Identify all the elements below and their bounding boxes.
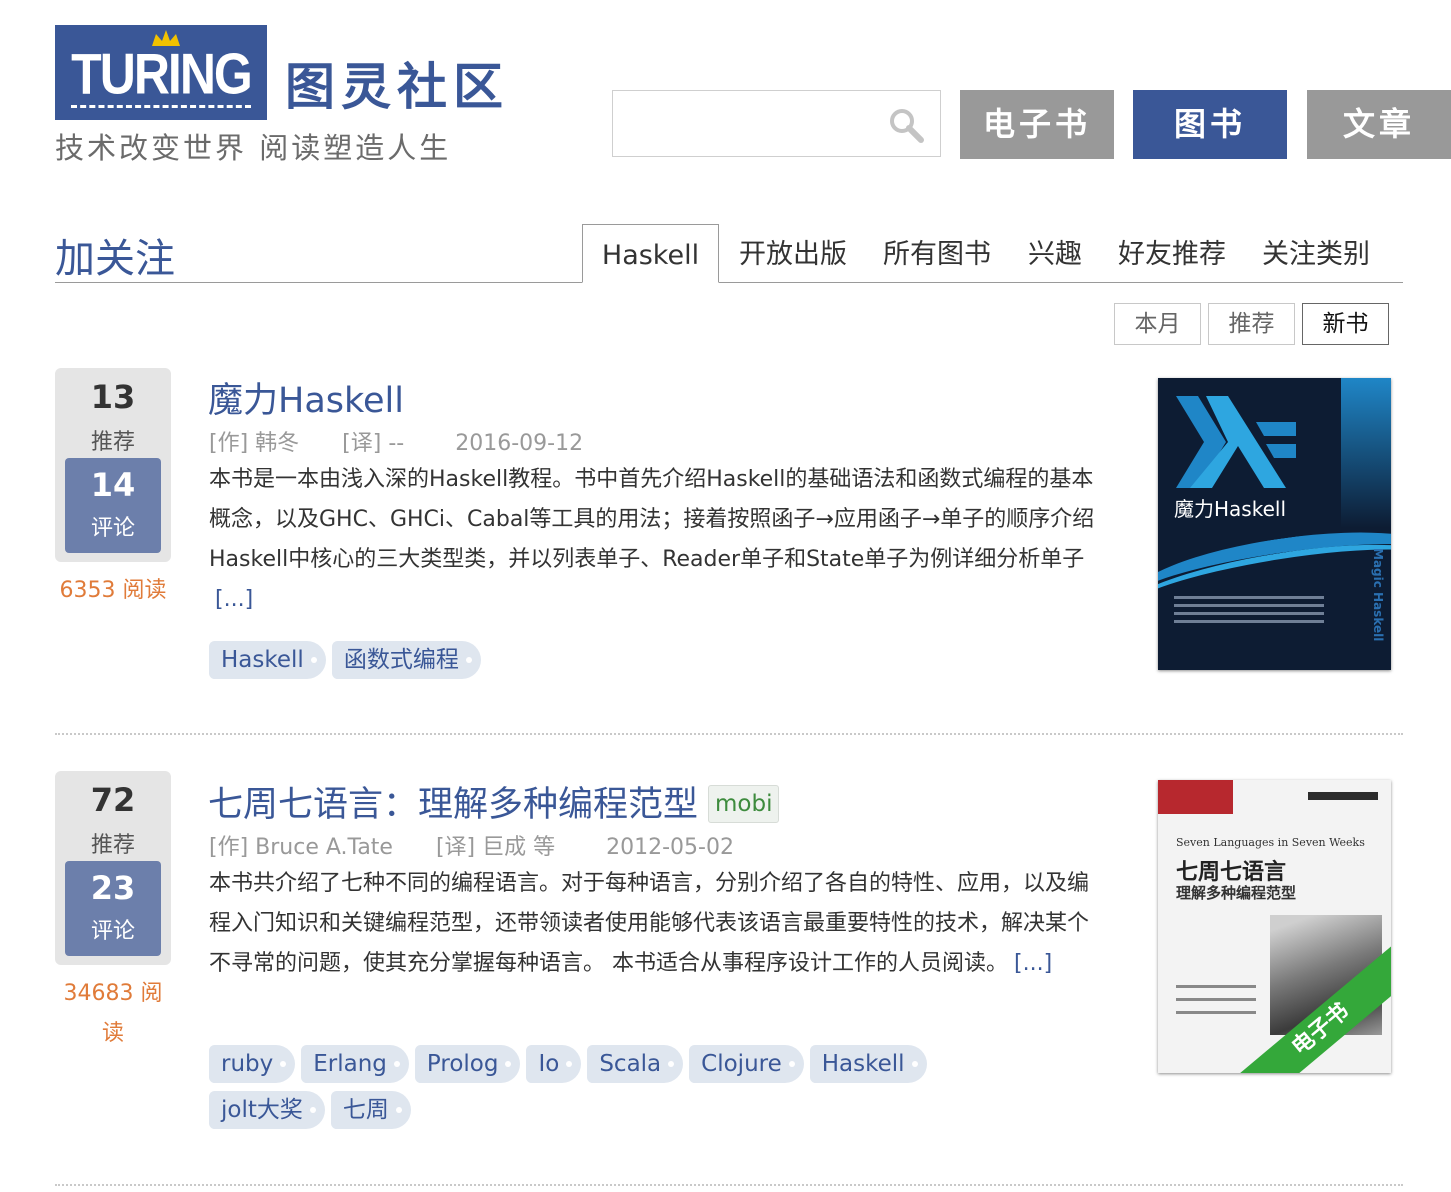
book-date: 2012-05-02	[606, 835, 734, 860]
cover-series-bar	[1308, 792, 1378, 800]
book-description: 本书共介绍了七种不同的编程语言。对于每种语言，分别介绍了各自的特性、应用，以及编…	[209, 864, 1099, 984]
book-meta: [作] 韩冬 [译] -- 2016-09-12	[209, 425, 619, 457]
recommend-count: 72	[90, 781, 136, 819]
book-date: 2016-09-12	[455, 431, 584, 456]
article-button[interactable]: 文章	[1307, 90, 1451, 159]
logo-badge: TURING	[55, 25, 267, 120]
book-description-text: 本书共介绍了七种不同的编程语言。对于每种语言，分别介绍了各自的特性、应用，以及编…	[209, 871, 1090, 976]
cover-subtitle: 理解多种编程范型	[1176, 884, 1297, 902]
book-author[interactable]: [作] 韩冬	[209, 431, 299, 456]
site-logo[interactable]: TURING 图灵社区 技术改变世界 阅读塑造人生	[55, 25, 525, 165]
tag[interactable]: Haskell	[209, 641, 326, 679]
recommend-label[interactable]: 推荐	[55, 827, 171, 859]
subtab-recommended[interactable]: 推荐	[1208, 303, 1295, 345]
book-translator[interactable]: [译] 巨成 等	[436, 835, 555, 860]
cover-english-title: Seven Languages in Seven Weeks	[1176, 836, 1365, 849]
book-title[interactable]: 七周七语言：理解多种编程范型 mobi	[208, 776, 780, 827]
read-more-link[interactable]: [...]	[215, 587, 253, 612]
follow-link[interactable]: 加关注	[55, 226, 175, 284]
comment-count: 14	[90, 466, 136, 504]
tag[interactable]: Clojure	[689, 1045, 804, 1083]
book-description-text: 本书是一本由浅入深的Haskell教程。书中首先介绍Haskell的基础语法和函…	[209, 467, 1095, 572]
comment-button[interactable]: 23 评论	[65, 861, 161, 956]
read-count: 34683 阅读	[63, 981, 163, 1046]
haskell-logo-icon	[1176, 396, 1296, 488]
book-tags: Haskell 函数式编程	[209, 641, 1109, 687]
comment-label: 评论	[90, 516, 135, 541]
book-button[interactable]: 图书	[1133, 90, 1287, 159]
logo-slogan: 技术改变世界 阅读塑造人生	[55, 131, 452, 165]
tab-followed-categories[interactable]: 关注类别	[1262, 224, 1370, 283]
book-stats: 13 推荐 14 评论	[55, 368, 171, 562]
search-input[interactable]	[621, 101, 881, 146]
book-stats: 72 推荐 23 评论	[55, 771, 171, 965]
cover-title: 魔力Haskell	[1174, 497, 1287, 521]
subtab-this-month[interactable]: 本月	[1114, 303, 1201, 345]
logo-word: TURING	[71, 41, 253, 107]
ebook-button[interactable]: 电子书	[960, 90, 1114, 159]
entry-divider	[55, 1184, 1403, 1186]
tab-open-publishing[interactable]: 开放出版	[739, 224, 847, 283]
book-title[interactable]: 魔力Haskell	[208, 372, 404, 423]
cover-side-text: Magic Haskell	[1371, 548, 1385, 642]
cover-text-lines	[1174, 596, 1324, 628]
read-more-link[interactable]: [...]	[1014, 951, 1052, 976]
cover-text-lines	[1176, 985, 1256, 1024]
book-title-text[interactable]: 七周七语言：理解多种编程范型	[208, 785, 698, 825]
tab-haskell[interactable]: Haskell	[582, 224, 719, 283]
tag[interactable]: Erlang	[301, 1045, 409, 1083]
tab-all-books[interactable]: 所有图书	[883, 224, 991, 283]
tab-friend-recommend[interactable]: 好友推荐	[1118, 224, 1226, 283]
tag[interactable]: jolt大奖	[209, 1091, 325, 1129]
read-count: 6353 阅读	[59, 578, 167, 603]
book-meta: [作] Bruce A.Tate [译] 巨成 等 2012-05-02	[209, 829, 770, 861]
comment-label: 评论	[90, 919, 135, 944]
book-cover[interactable]: 魔力Haskell Magic Haskell	[1158, 378, 1391, 670]
entry-divider	[55, 733, 1403, 735]
format-badge[interactable]: mobi	[708, 785, 780, 823]
book-title-text[interactable]: 魔力Haskell	[208, 381, 404, 421]
cover-publisher-tag	[1158, 780, 1233, 814]
tag[interactable]: Io	[526, 1045, 582, 1083]
book-tags: ruby Erlang Prolog Io Scala Clojure Haskell jol…	[209, 1045, 1109, 1137]
recommend-count: 13	[90, 378, 136, 416]
comment-button[interactable]: 14 评论	[65, 458, 161, 553]
tag[interactable]: Haskell	[809, 1045, 927, 1083]
book-description: 本书是一本由浅入深的Haskell教程。书中首先介绍Haskell的基础语法和函…	[209, 460, 1099, 620]
book-author[interactable]: [作] Bruce A.Tate	[209, 835, 393, 860]
tag[interactable]: Prolog	[414, 1045, 521, 1083]
book-cover[interactable]: Seven Languages in Seven Weeks 七周七语言 理解多…	[1158, 780, 1391, 1073]
recommend-label[interactable]: 推荐	[55, 424, 171, 456]
search-box	[612, 90, 941, 157]
subtab-new-books[interactable]: 新书	[1302, 303, 1389, 345]
tag[interactable]: Scala	[587, 1045, 684, 1083]
book-translator: [译] --	[342, 431, 405, 456]
tab-interests[interactable]: 兴趣	[1028, 224, 1082, 283]
comment-count: 23	[90, 869, 136, 907]
logo-chinese-name: 图灵社区	[285, 58, 509, 116]
cover-band	[1341, 378, 1391, 528]
tag[interactable]: 七周	[330, 1091, 411, 1129]
logo-dash-line	[71, 105, 251, 108]
search-icon[interactable]	[888, 107, 924, 143]
tag[interactable]: 函数式编程	[331, 641, 481, 679]
tag[interactable]: ruby	[209, 1045, 296, 1083]
